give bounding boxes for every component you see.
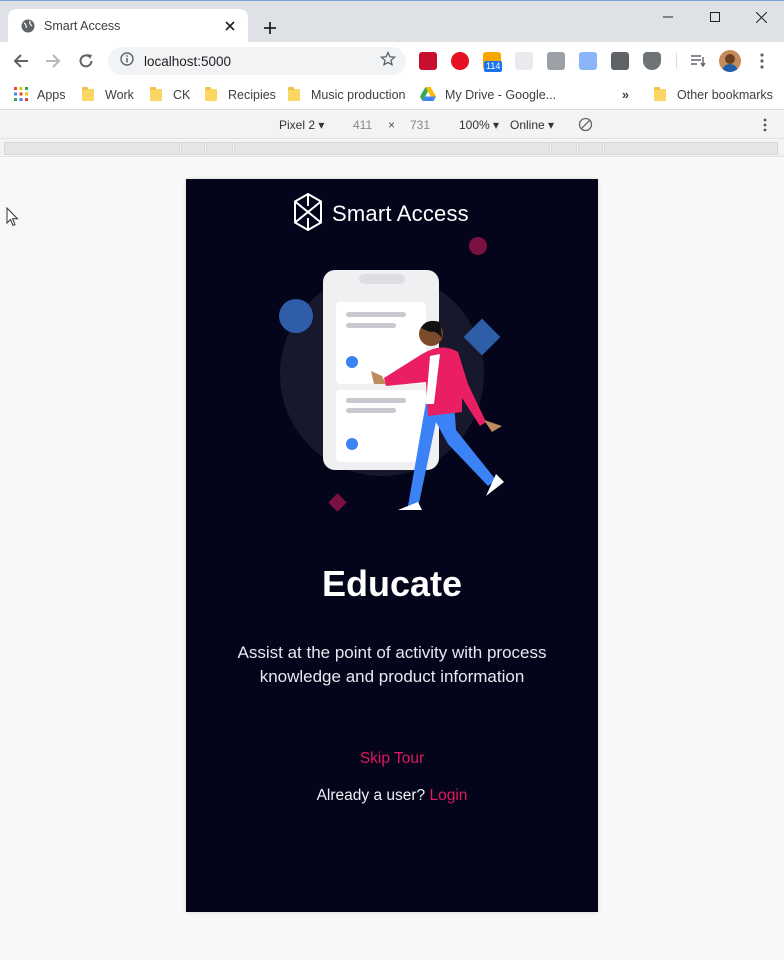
ruler-segment[interactable] bbox=[206, 142, 233, 155]
onboarding-description: Assist at the point of activity with pro… bbox=[237, 643, 547, 686]
ruler-segment[interactable] bbox=[234, 142, 550, 155]
extension-screenshot-icon[interactable] bbox=[579, 52, 597, 70]
bookmark-music-production[interactable]: Music production bbox=[288, 86, 406, 104]
profile-avatar[interactable] bbox=[719, 50, 741, 72]
onboarding-heading: Educate bbox=[321, 563, 463, 604]
decor-maroon-diamond bbox=[328, 493, 347, 512]
bookmark-label: Other bookmarks bbox=[677, 88, 773, 102]
dimension-separator: × bbox=[388, 118, 396, 132]
width-input[interactable]: 411 bbox=[353, 118, 372, 132]
illustration-notch bbox=[359, 274, 405, 284]
more-icon[interactable] bbox=[763, 118, 767, 135]
toolbar-divider bbox=[676, 53, 677, 69]
ruler-segment[interactable] bbox=[604, 142, 778, 155]
ruler-segment[interactable] bbox=[551, 142, 577, 155]
folder-icon bbox=[288, 87, 300, 101]
folder-icon bbox=[150, 87, 162, 101]
login-prompt: Already a user? Login bbox=[186, 787, 598, 805]
bookmark-apps[interactable]: Apps bbox=[14, 86, 66, 104]
bookmarks-overflow[interactable]: » bbox=[622, 86, 629, 104]
media-query-ruler[interactable] bbox=[0, 139, 784, 157]
mobile-viewport: Smart Access Educate Assist at the point… bbox=[186, 179, 598, 912]
illustration-blue-dot bbox=[346, 438, 358, 450]
person-hand bbox=[484, 420, 502, 432]
info-icon[interactable] bbox=[120, 51, 134, 71]
ruler-segment[interactable] bbox=[4, 142, 180, 155]
back-icon[interactable] bbox=[9, 49, 33, 73]
browser-toolbar: localhost:5000 114 bbox=[0, 42, 784, 80]
bookmark-ck[interactable]: CK bbox=[150, 86, 190, 104]
network-select[interactable]: Online ▾ bbox=[510, 118, 554, 132]
maximize-icon[interactable] bbox=[692, 5, 738, 29]
cursor-icon bbox=[6, 206, 19, 232]
bookmark-label: Recipies bbox=[228, 88, 276, 102]
window-close-icon[interactable] bbox=[738, 5, 784, 29]
already-user-text: Already a user? bbox=[316, 787, 426, 804]
illustration-line bbox=[346, 408, 396, 413]
drive-icon bbox=[420, 86, 436, 104]
smart-access-logo bbox=[294, 192, 322, 236]
device-select[interactable]: Pixel 2 ▾ bbox=[279, 118, 324, 132]
height-input[interactable]: 731 bbox=[410, 118, 430, 132]
extension-css-icon[interactable] bbox=[547, 52, 565, 70]
plus-icon[interactable] bbox=[258, 16, 282, 40]
rotate-icon[interactable] bbox=[578, 117, 593, 135]
extension-adblock-icon[interactable] bbox=[451, 52, 469, 70]
illustration-line bbox=[346, 312, 406, 317]
skip-tour-link[interactable]: Skip Tour bbox=[186, 750, 598, 768]
extension-shield-icon[interactable] bbox=[643, 52, 661, 70]
brand-name: Smart Access bbox=[332, 201, 469, 226]
device-name: Pixel 2 bbox=[279, 118, 316, 132]
globe-icon bbox=[20, 18, 36, 34]
menu-icon[interactable] bbox=[750, 49, 774, 73]
extension-feed-icon[interactable]: 114 bbox=[483, 52, 503, 72]
extension-tools-icon[interactable] bbox=[515, 52, 533, 70]
reload-icon[interactable] bbox=[74, 49, 98, 73]
ruler-segment[interactable] bbox=[181, 142, 205, 155]
reading-list-icon[interactable] bbox=[686, 49, 710, 73]
login-link[interactable]: Login bbox=[429, 787, 467, 804]
bookmark-label: CK bbox=[173, 88, 191, 102]
close-icon[interactable] bbox=[222, 18, 238, 34]
zoom-value: 100% bbox=[459, 118, 490, 132]
tab-title: Smart Access bbox=[44, 19, 121, 33]
url-text: localhost:5000 bbox=[144, 53, 232, 69]
browser-tab[interactable]: Smart Access bbox=[8, 9, 248, 43]
ruler-segment[interactable] bbox=[578, 142, 603, 155]
illustration-blue-dot bbox=[346, 356, 358, 368]
device-toolbar: Pixel 2 ▾ 411 × 731 100% ▾ Online ▾ bbox=[0, 111, 784, 139]
folder-icon bbox=[205, 87, 217, 101]
network-value: Online bbox=[510, 118, 545, 132]
bookmark-label: Music production bbox=[311, 88, 406, 102]
title-bar: Smart Access bbox=[0, 0, 784, 43]
zoom-select[interactable]: 100% ▾ bbox=[459, 118, 499, 132]
illustration-line bbox=[346, 398, 406, 403]
bookmark-other-bookmarks[interactable]: Other bookmarks bbox=[654, 86, 773, 104]
bookmark-recipies[interactable]: Recipies bbox=[205, 86, 276, 104]
minimize-icon[interactable] bbox=[645, 5, 691, 29]
extension-lastpass-icon[interactable] bbox=[419, 52, 437, 70]
forward-icon[interactable] bbox=[41, 49, 65, 73]
decor-blue-circle bbox=[279, 299, 313, 333]
bookmark-label: My Drive - Google... bbox=[445, 88, 557, 102]
hero-illustration bbox=[279, 237, 504, 512]
illustration-line bbox=[346, 323, 396, 328]
apps-grid-icon bbox=[14, 86, 28, 104]
address-bar[interactable]: localhost:5000 bbox=[108, 47, 406, 75]
decor-maroon-dot bbox=[469, 237, 487, 255]
star-icon[interactable] bbox=[379, 50, 397, 72]
bookmarks-bar: Apps Work CK Recipies Music production M… bbox=[0, 80, 784, 110]
extension-badge: 114 bbox=[484, 61, 503, 72]
folder-icon bbox=[82, 87, 94, 101]
brand-header: Smart Access bbox=[294, 192, 469, 236]
bookmark-my-drive[interactable]: My Drive - Google... bbox=[420, 86, 556, 104]
extension-k-icon[interactable] bbox=[611, 52, 629, 70]
bookmark-work[interactable]: Work bbox=[82, 86, 134, 104]
bookmark-label: Apps bbox=[37, 88, 66, 102]
folder-icon bbox=[654, 87, 666, 101]
bookmark-label: Work bbox=[105, 88, 134, 102]
